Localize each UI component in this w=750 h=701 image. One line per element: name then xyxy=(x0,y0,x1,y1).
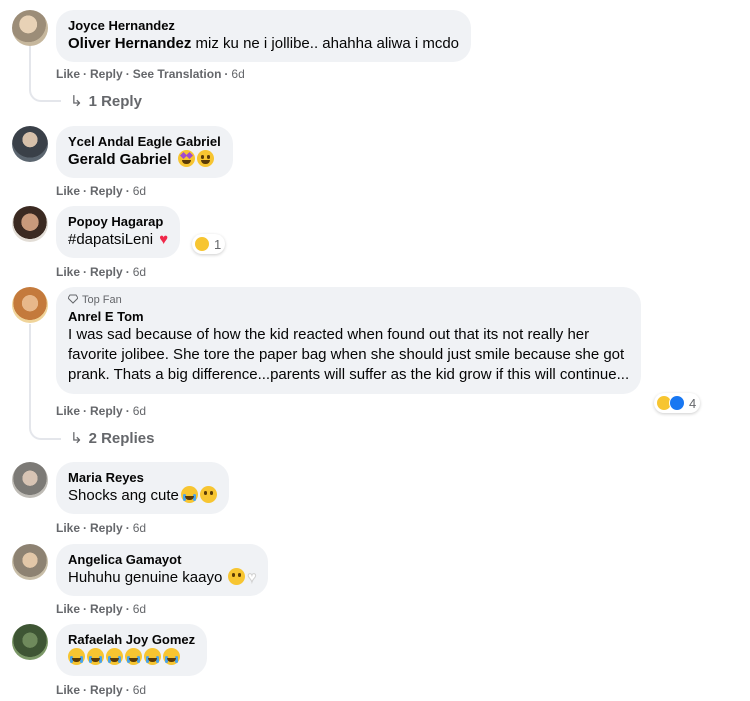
comment-actions: Like · Reply · 6d xyxy=(56,683,147,697)
comment-text: Shocks ang cute xyxy=(68,486,217,506)
diamond-icon xyxy=(68,294,78,304)
mention-link[interactable]: Oliver Hernandez xyxy=(68,35,191,52)
reaction-count: 4 xyxy=(689,395,697,411)
comment-author[interactable]: Angelica Gamayot xyxy=(68,551,256,568)
comment-bubble: Rafaelah Joy Gomez xyxy=(56,624,208,676)
reply-button[interactable]: Reply xyxy=(90,67,123,81)
crying-emoji xyxy=(163,648,180,665)
reply-button[interactable]: Reply xyxy=(90,521,123,535)
comment-time[interactable]: 6d xyxy=(133,404,146,418)
mention-link[interactable]: Gerald Gabriel xyxy=(68,151,171,168)
like-button[interactable]: Like xyxy=(56,67,80,81)
comment-body: #dapatsiLeni xyxy=(68,231,154,248)
comment-text-line: prank. Thats a big difference...parents … xyxy=(68,366,630,383)
star-struck-emoji xyxy=(177,150,195,167)
comment-author[interactable]: Rafaelah Joy Gomez xyxy=(68,631,195,648)
comment-bubble: Angelica Gamayot Huhuhu genuine kaayo ♥ xyxy=(56,544,269,596)
comment-text: Oliver Hernandez miz ku ne i jollibe.. a… xyxy=(68,34,459,54)
comment-bubble: Joyce Hernandez Oliver Hernandez miz ku … xyxy=(56,10,472,62)
replies-label: 2 Replies xyxy=(88,430,155,447)
avatar[interactable] xyxy=(12,544,48,580)
reaction-summary[interactable]: 4 xyxy=(654,393,701,413)
comment-time[interactable]: 6d xyxy=(133,184,146,198)
reply-arrow-icon: ↳ xyxy=(70,93,83,110)
replies-label: 1 Reply xyxy=(88,93,142,110)
top-fan-badge: Top Fan xyxy=(68,293,629,307)
view-replies-link[interactable]: ↳ 1 Reply xyxy=(70,92,142,112)
avatar[interactable] xyxy=(12,10,48,46)
reply-button[interactable]: Reply xyxy=(90,404,123,418)
avatar[interactable] xyxy=(12,624,48,660)
crying-emoji xyxy=(106,648,123,665)
avatar[interactable] xyxy=(12,287,48,323)
like-reaction-icon xyxy=(669,395,685,411)
thread-line xyxy=(29,46,31,90)
view-replies-link[interactable]: ↳ 2 Replies xyxy=(70,429,154,449)
reply-arrow-icon: ↳ xyxy=(70,430,83,447)
avatar[interactable] xyxy=(12,126,48,162)
comment-text-line: favorite jolibee. She tore the paper bag… xyxy=(68,346,625,363)
comment-bubble: Ycel Andal Eagle Gabriel Gerald Gabriel xyxy=(56,126,233,178)
comment-actions: Like · Reply · 6d xyxy=(56,521,147,535)
crying-emoji xyxy=(125,648,142,665)
comment-text: #dapatsiLeni ♥ xyxy=(68,230,168,250)
avatar[interactable] xyxy=(12,462,48,498)
like-button[interactable]: Like xyxy=(56,184,80,198)
like-button[interactable]: Like xyxy=(56,404,80,418)
crying-emoji xyxy=(180,486,198,503)
comment-bubble: Maria Reyes Shocks ang cute xyxy=(56,462,229,514)
reply-button[interactable]: Reply xyxy=(90,602,123,616)
comment-text: Gerald Gabriel xyxy=(68,150,221,170)
comment-time[interactable]: 6d xyxy=(133,602,146,616)
pleading-emoji xyxy=(228,568,246,585)
crying-emoji xyxy=(87,648,104,665)
grinning-sweat-emoji xyxy=(196,150,214,167)
comment-author[interactable]: Maria Reyes xyxy=(68,469,217,486)
comment-time[interactable]: 6d xyxy=(133,521,146,535)
like-button[interactable]: Like xyxy=(56,683,80,697)
avatar[interactable] xyxy=(12,206,48,242)
thread-curve xyxy=(29,426,61,440)
comment-bubble: Popoy Hagarap #dapatsiLeni ♥ xyxy=(56,206,181,258)
comment-actions: Like · Reply · 6d xyxy=(56,404,147,418)
reaction-summary[interactable]: 1 xyxy=(192,234,226,254)
comment-body: Huhuhu genuine kaayo xyxy=(68,569,227,586)
thread-curve xyxy=(29,88,61,102)
like-button[interactable]: Like xyxy=(56,521,80,535)
like-button[interactable]: Like xyxy=(56,265,80,279)
comment-author[interactable]: Anrel E Tom xyxy=(68,308,629,325)
comment-actions: Like · Reply · 6d xyxy=(56,265,147,279)
haha-reaction-icon xyxy=(194,236,210,252)
comment-author[interactable]: Joyce Hernandez xyxy=(68,17,459,34)
pleading-emoji xyxy=(199,486,217,503)
reaction-count: 1 xyxy=(214,236,222,252)
comment-actions: Like · Reply · 6d xyxy=(56,602,147,616)
thread-line xyxy=(29,324,31,428)
comment-bubble: Top Fan Anrel E Tom I was sad because of… xyxy=(56,287,642,394)
comment-body: miz ku ne i jollibe.. ahahha aliwa i mcd… xyxy=(191,35,460,52)
comment-time[interactable]: 6d xyxy=(231,67,244,81)
comment-text xyxy=(66,648,195,668)
comment-actions: Like · Reply · 6d xyxy=(56,184,147,198)
like-button[interactable]: Like xyxy=(56,602,80,616)
reply-button[interactable]: Reply xyxy=(90,683,123,697)
heart-emoji: ♥ xyxy=(159,231,169,248)
see-translation-link[interactable]: See Translation xyxy=(133,67,222,81)
crying-emoji xyxy=(144,648,161,665)
comment-text-line: I was sad because of how the kid reacted… xyxy=(68,326,590,343)
comment-text: Huhuhu genuine kaayo ♥ xyxy=(68,568,257,588)
comment-body: Shocks ang cute xyxy=(68,487,179,504)
reply-button[interactable]: Reply xyxy=(90,184,123,198)
white-heart-emoji: ♥ xyxy=(247,569,257,587)
comment-author[interactable]: Ycel Andal Eagle Gabriel xyxy=(68,133,221,150)
crying-emoji xyxy=(68,648,85,665)
comment-author[interactable]: Popoy Hagarap xyxy=(68,213,168,230)
comment-actions: Like · Reply · See Translation · 6d xyxy=(56,67,245,81)
comment-time[interactable]: 6d xyxy=(133,683,146,697)
reply-button[interactable]: Reply xyxy=(90,265,123,279)
comment-time[interactable]: 6d xyxy=(133,265,146,279)
